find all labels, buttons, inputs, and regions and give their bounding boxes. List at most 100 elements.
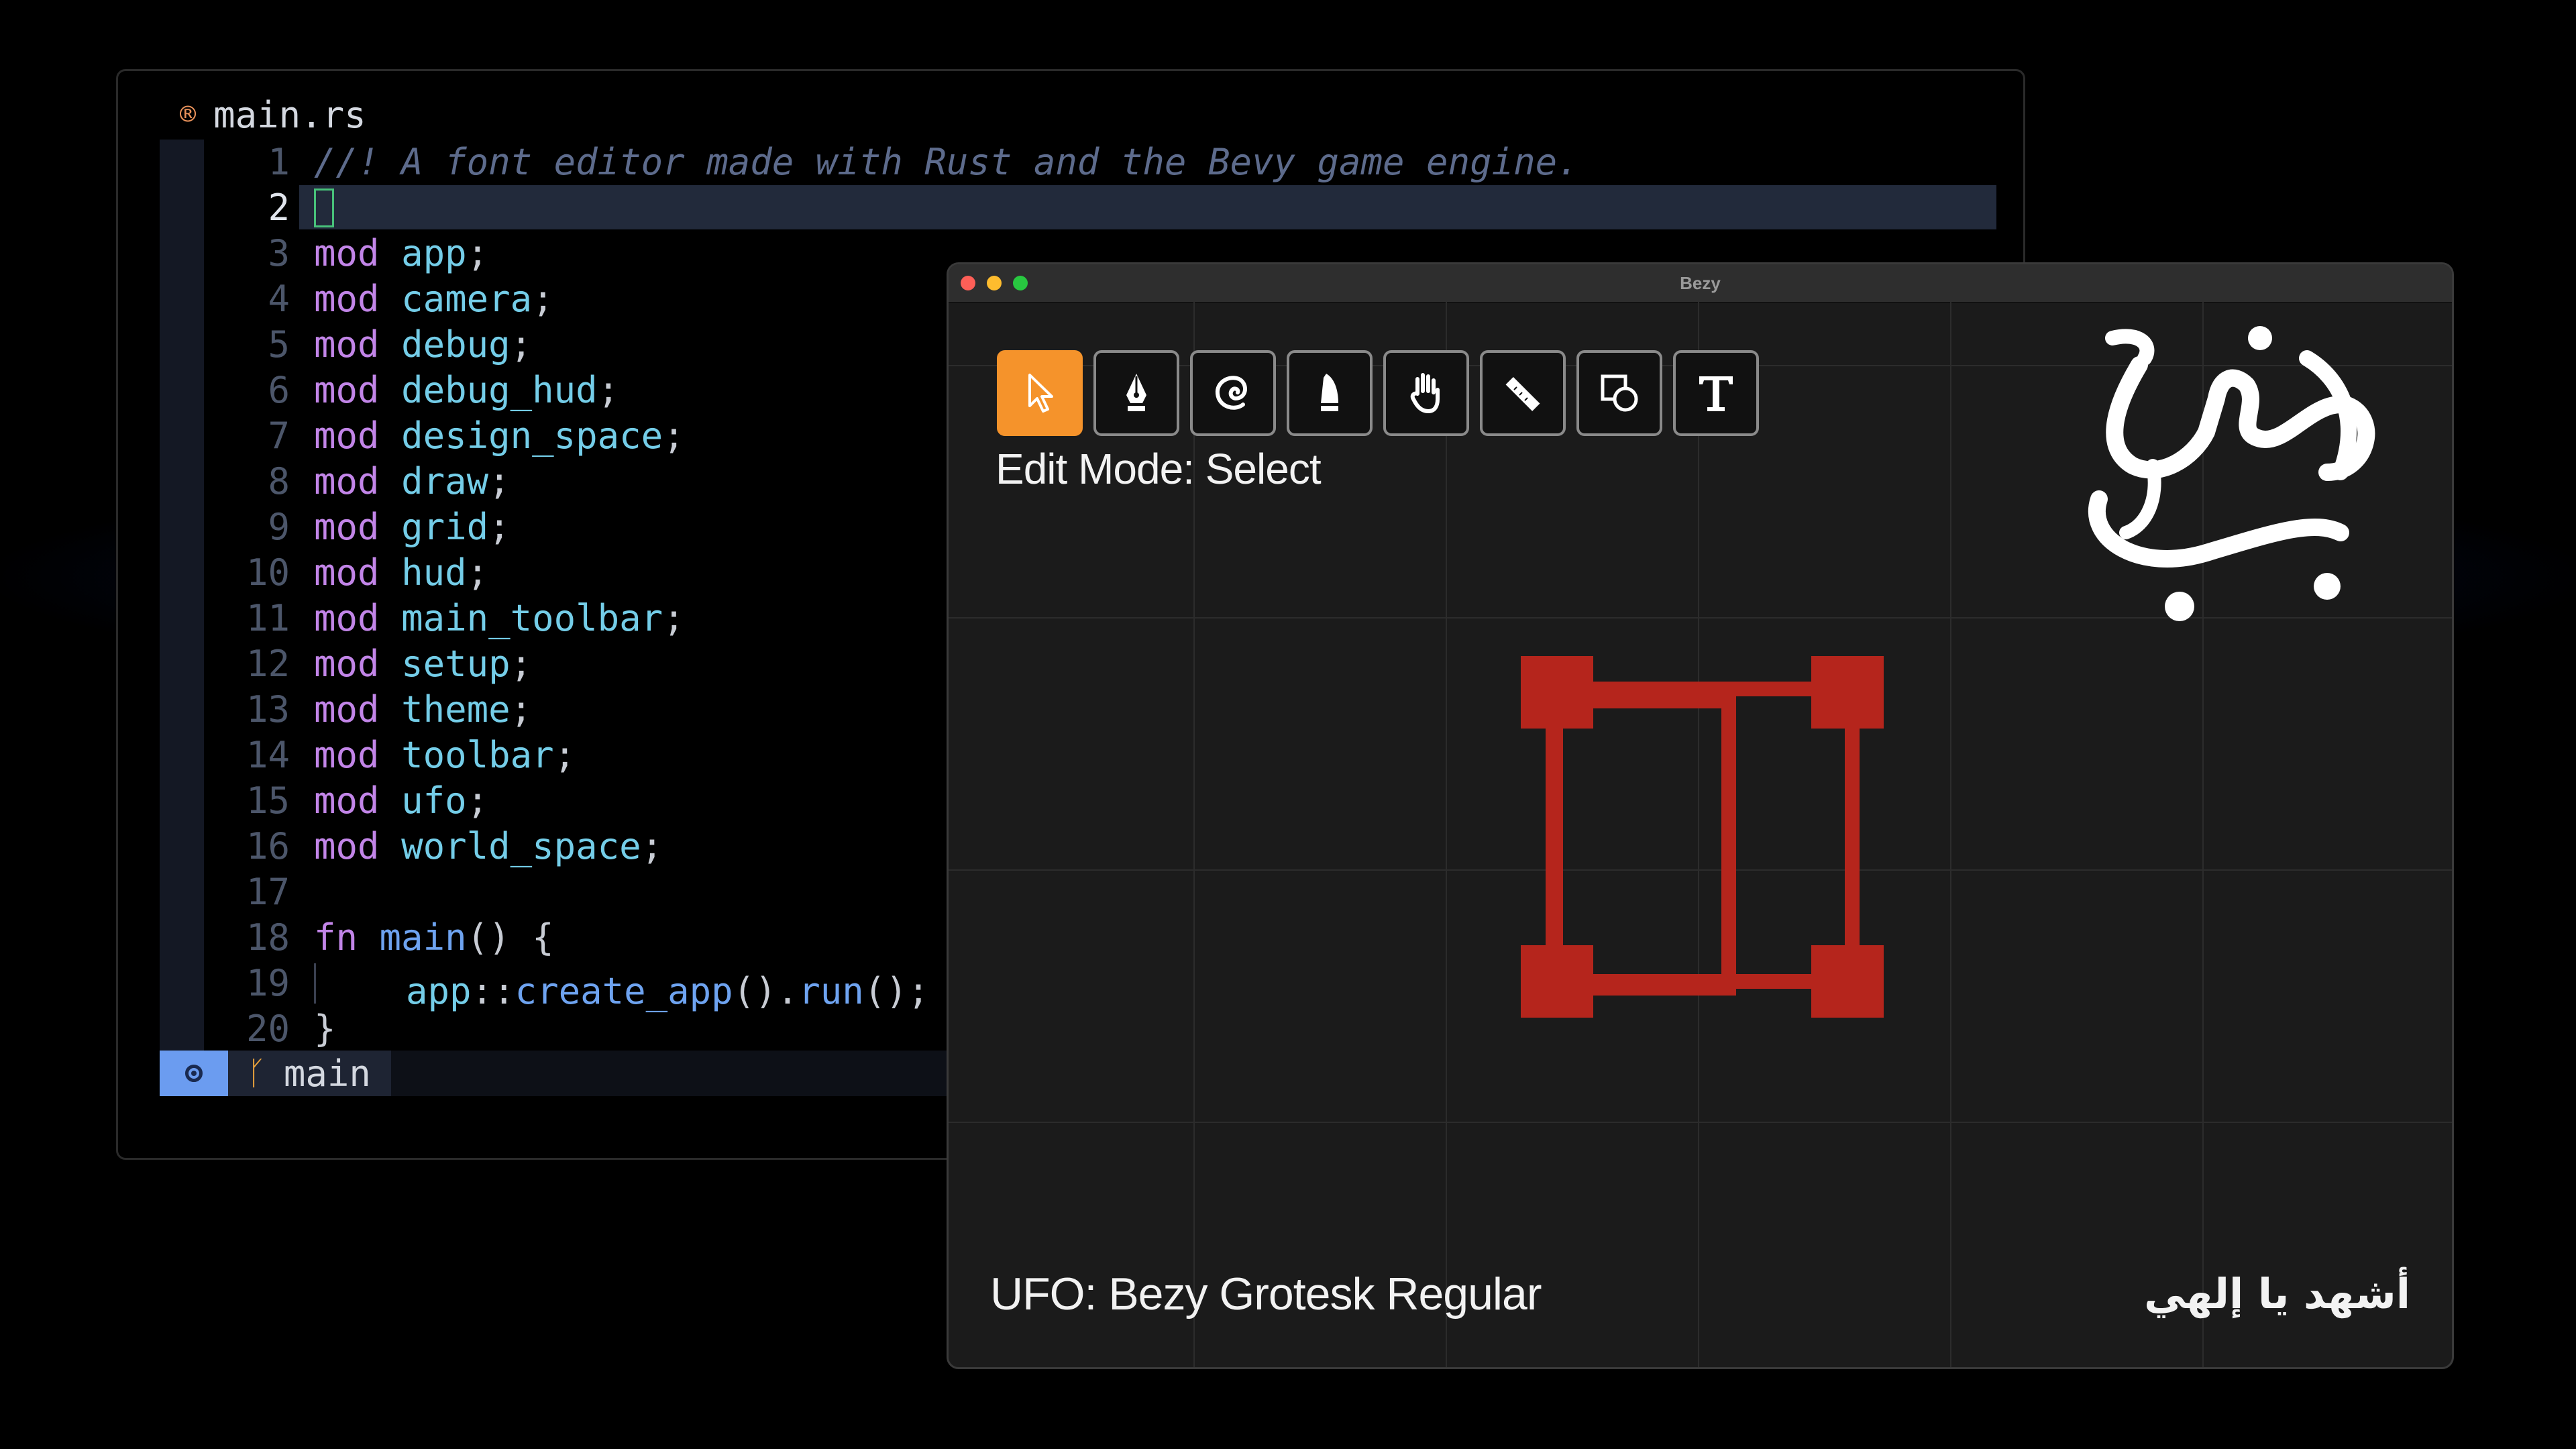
code-token: mod — [314, 643, 380, 685]
code-token: ; — [466, 780, 489, 822]
line-number: 19 — [246, 962, 290, 1004]
code-token: mod — [314, 597, 380, 639]
code-token: ; — [510, 323, 533, 366]
code-token: draw — [401, 460, 489, 502]
line-code: mod grid; — [314, 504, 511, 550]
code-token: setup — [401, 643, 511, 685]
git-branch-icon: ᚴ — [247, 1055, 266, 1092]
line-code: mod toolbar; — [314, 733, 576, 778]
code-token: ufo — [401, 780, 467, 822]
code-token: debug_hud — [401, 369, 598, 411]
mode-indicator — [160, 1051, 228, 1096]
git-branch[interactable]: ᚴ main — [228, 1051, 391, 1096]
code-token: design_space — [401, 415, 663, 457]
rust-file-icon: ® — [180, 99, 197, 130]
line-number: 11 — [246, 597, 290, 639]
code-token: ; — [488, 460, 511, 502]
arabic-sample-text: أشهد يا إلهي — [2144, 1269, 2410, 1318]
code-token: ; — [466, 551, 489, 594]
line-number: 3 — [268, 232, 290, 274]
code-token: mod — [314, 415, 380, 457]
code-token: run — [798, 970, 864, 1012]
bezy-window: Bezy Edit Mode: Select UFO: Bezy Grotesk… — [947, 262, 2454, 1369]
line-code: } — [314, 1006, 336, 1052]
point-handle[interactable] — [1811, 656, 1884, 729]
code-line[interactable]: 2 — [204, 185, 1579, 231]
point-handle[interactable] — [1811, 945, 1884, 1018]
code-token: mod — [314, 506, 380, 548]
line-code — [314, 185, 334, 231]
code-token: ; — [466, 232, 489, 274]
mode-icon — [185, 1065, 203, 1082]
code-token: app — [406, 970, 472, 1012]
code-token: } — [314, 1008, 336, 1050]
code-token: main — [379, 916, 467, 959]
line-code: mod hud; — [314, 550, 488, 596]
point-handle[interactable] — [1521, 656, 1593, 729]
line-code: mod main_toolbar; — [314, 596, 685, 641]
code-token: fn — [314, 916, 358, 959]
code-token: ; — [597, 369, 620, 411]
line-number: 14 — [246, 734, 290, 776]
line-number: 12 — [246, 643, 290, 685]
code-token: mod — [314, 460, 380, 502]
line-number: 5 — [268, 323, 290, 366]
code-token: mod — [314, 551, 380, 594]
line-number: 20 — [246, 1008, 290, 1050]
indent-guide — [314, 963, 316, 1004]
line-code: //! A font editor made with Rust and the… — [314, 140, 1579, 185]
line-code: mod draw; — [314, 459, 511, 504]
line-code: app::create_app().run(); — [314, 961, 929, 1012]
code-token: ; — [510, 643, 533, 685]
code-token: (); — [863, 970, 930, 1012]
tab-title: main.rs — [213, 93, 366, 136]
line-number: 9 — [268, 506, 290, 548]
code-token: ; — [553, 734, 576, 776]
line-code: mod ufo; — [314, 778, 488, 824]
code-token: mod — [314, 780, 380, 822]
code-token: app — [401, 232, 467, 274]
line-number: 15 — [246, 780, 290, 822]
line-code: mod debug_hud; — [314, 368, 619, 413]
line-code: mod theme; — [314, 687, 532, 733]
line-code: mod camera; — [314, 276, 554, 322]
glyph-canvas[interactable] — [949, 264, 2454, 1369]
code-token: main_toolbar — [401, 597, 663, 639]
code-token: theme — [401, 688, 511, 731]
line-number: 4 — [268, 278, 290, 320]
code-line[interactable]: 1 //! A font editor made with Rust and th… — [204, 140, 1579, 185]
code-token: ; — [663, 415, 685, 457]
code-token: hud — [401, 551, 467, 594]
code-token: ; — [532, 278, 554, 320]
editor-tab[interactable]: ® main.rs — [180, 91, 366, 138]
line-number: 7 — [268, 415, 290, 457]
line-number: 17 — [246, 871, 290, 913]
sign-column — [160, 140, 204, 1051]
line-number: 13 — [246, 688, 290, 731]
ufo-name: UFO: Bezy Grotesk Regular — [990, 1269, 1542, 1320]
code-token: mod — [314, 369, 380, 411]
line-code: mod world_space; — [314, 824, 663, 869]
line-number: 18 — [246, 916, 290, 959]
point-handle[interactable] — [1521, 945, 1593, 1018]
line-code: mod design_space; — [314, 413, 685, 459]
line-number: 10 — [246, 551, 290, 594]
code-token: :: — [471, 970, 515, 1012]
code-token: world_space — [401, 825, 641, 867]
code-token: grid — [401, 506, 489, 548]
code-token: ; — [488, 506, 511, 548]
